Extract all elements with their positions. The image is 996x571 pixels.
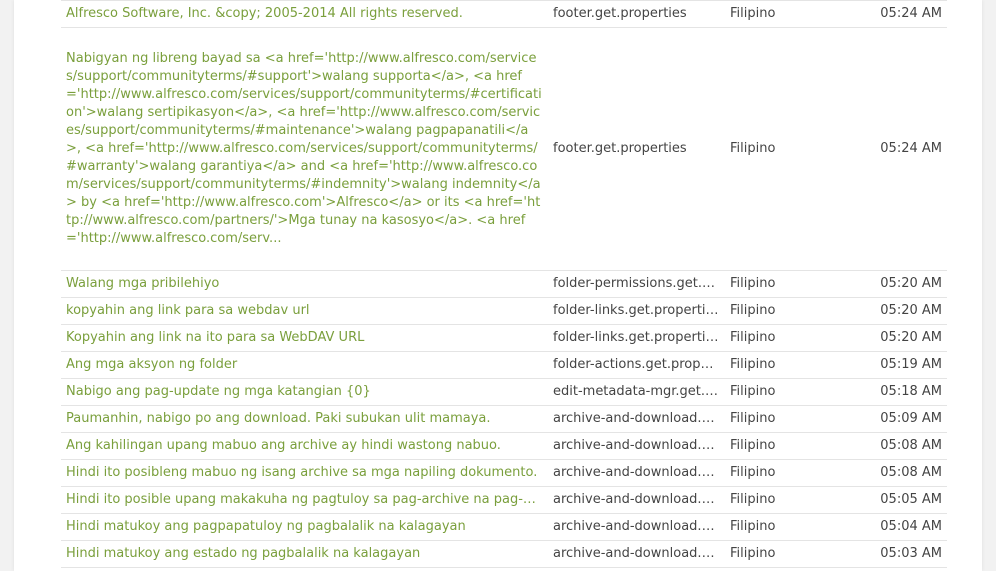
language: Filipino (725, 270, 836, 298)
table-row[interactable]: Hindi ito posibleng mabuo ng isang archi… (61, 459, 947, 487)
table-row[interactable]: Walang mga pribilehiyo folder-permission… (61, 270, 947, 298)
bundle-file: folder-actions.get.propert... (548, 351, 725, 379)
table-row[interactable]: Alfresco Software, Inc. &copy; 2005-2014… (61, 0, 947, 28)
bundle-file: archive-and-download.ge... (548, 432, 725, 460)
timestamp: 05:03 AM (836, 540, 947, 568)
bundle-file: footer.get.properties (548, 27, 725, 271)
string-text-link[interactable]: Ang kahilingan upang mabuo ang archive a… (66, 438, 501, 453)
bundle-file: folder-links.get.properties (548, 324, 725, 352)
bundle-file: archive-and-download.ge... (548, 513, 725, 541)
timestamp: 05:20 AM (836, 297, 947, 325)
language: Filipino (725, 513, 836, 541)
timestamp: 05:05 AM (836, 486, 947, 514)
table-row[interactable]: Kopyahin ang link na ito para sa WebDAV … (61, 324, 947, 352)
timestamp: 05:18 AM (836, 378, 947, 406)
language: Filipino (725, 324, 836, 352)
table-row[interactable]: kopyahin ang link para sa webdav url fol… (61, 297, 947, 325)
bundle-file: archive-and-download.ge... (548, 459, 725, 487)
language: Filipino (725, 297, 836, 325)
strings-table: Alfresco Software, Inc. &copy; 2005-2014… (61, 0, 947, 568)
string-text-link[interactable]: Kopyahin ang link na ito para sa WebDAV … (66, 330, 364, 345)
bundle-file: folder-links.get.properties (548, 297, 725, 325)
language: Filipino (725, 351, 836, 379)
table-row[interactable]: Ang mga aksyon ng folder folder-actions.… (61, 351, 947, 379)
language: Filipino (725, 27, 836, 271)
bundle-file: archive-and-download.ge... (548, 486, 725, 514)
bundle-file: folder-permissions.get.pr... (548, 270, 725, 298)
timestamp: 05:09 AM (836, 405, 947, 433)
bundle-file: archive-and-download.ge... (548, 540, 725, 568)
language: Filipino (725, 486, 836, 514)
table-row[interactable]: Nabigyan ng libreng bayad sa <a href='ht… (61, 27, 947, 271)
string-text-link[interactable]: Alfresco Software, Inc. &copy; 2005-2014… (66, 6, 463, 21)
table-row[interactable]: Paumanhin, nabigo po ang download. Paki … (61, 405, 947, 433)
string-text-link[interactable]: Ang mga aksyon ng folder (66, 357, 237, 372)
timestamp: 05:19 AM (836, 351, 947, 379)
string-text-link[interactable]: Walang mga pribilehiyo (66, 276, 219, 291)
string-text-link[interactable]: Hindi ito posible upang makakuha ng pagt… (66, 492, 548, 507)
timestamp: 05:08 AM (836, 432, 947, 460)
string-text-link[interactable]: Paumanhin, nabigo po ang download. Paki … (66, 411, 491, 426)
string-text-link[interactable]: Hindi matukoy ang pagpapatuloy ng pagbal… (66, 519, 466, 534)
language: Filipino (725, 0, 836, 28)
string-text-link[interactable]: kopyahin ang link para sa webdav url (66, 303, 310, 318)
timestamp: 05:20 AM (836, 270, 947, 298)
timestamp: 05:04 AM (836, 513, 947, 541)
table-row[interactable]: Hindi matukoy ang estado ng pagbalalik n… (61, 540, 947, 568)
table-row[interactable]: Hindi ito posible upang makakuha ng pagt… (61, 486, 947, 514)
strings-panel: Alfresco Software, Inc. &copy; 2005-2014… (14, 0, 982, 571)
language: Filipino (725, 459, 836, 487)
bundle-file: archive-and-download.ge... (548, 405, 725, 433)
string-text-link[interactable]: Nabigo ang pag-update ng mga katangian {… (66, 384, 371, 399)
language: Filipino (725, 432, 836, 460)
language: Filipino (725, 378, 836, 406)
table-row[interactable]: Hindi matukoy ang pagpapatuloy ng pagbal… (61, 513, 947, 541)
table-row[interactable]: Nabigo ang pag-update ng mga katangian {… (61, 378, 947, 406)
string-text-link[interactable]: Hindi ito posibleng mabuo ng isang archi… (66, 465, 537, 480)
timestamp: 05:24 AM (836, 27, 947, 271)
timestamp: 05:08 AM (836, 459, 947, 487)
table-row[interactable]: Ang kahilingan upang mabuo ang archive a… (61, 432, 947, 460)
string-text-link[interactable]: Nabigyan ng libreng bayad sa <a href='ht… (66, 51, 542, 246)
timestamp: 05:20 AM (836, 324, 947, 352)
string-text-link[interactable]: Hindi matukoy ang estado ng pagbalalik n… (66, 546, 420, 561)
language: Filipino (725, 405, 836, 433)
bundle-file: edit-metadata-mgr.get.pr... (548, 378, 725, 406)
language: Filipino (725, 540, 836, 568)
timestamp: 05:24 AM (836, 0, 947, 28)
bundle-file: footer.get.properties (548, 0, 725, 28)
